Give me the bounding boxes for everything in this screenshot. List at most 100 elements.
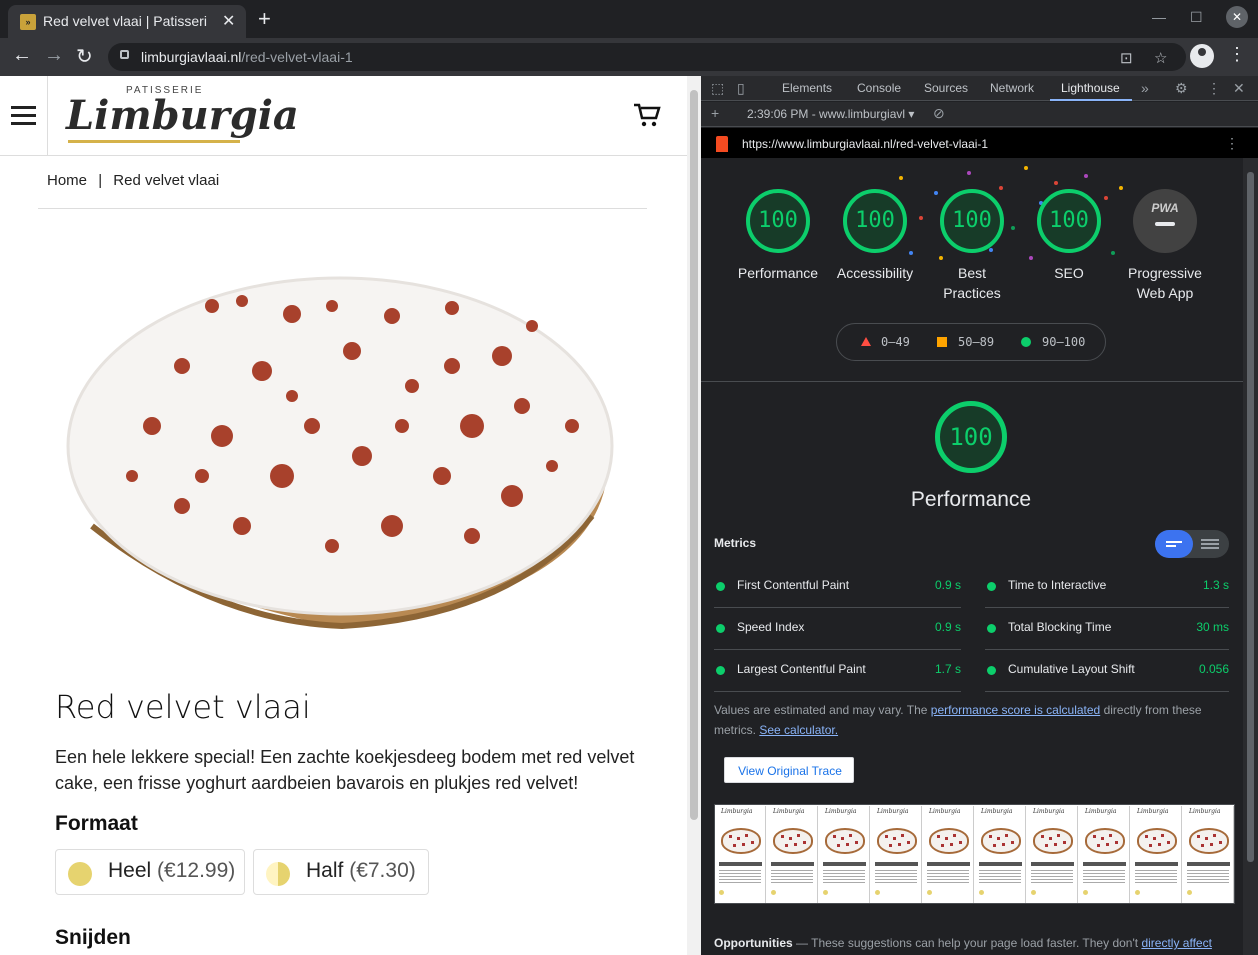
- browser-tab[interactable]: » Red velvet vlaai | Patisseri ✕: [8, 5, 246, 38]
- url-text: limburgiavlaai.nl/red-velvet-vlaai-1: [141, 49, 353, 65]
- gauge-label-seo: SEO: [1054, 265, 1084, 281]
- tab-strip: » Red velvet vlaai | Patisseri ✕ + — ☐ ✕: [0, 0, 1258, 38]
- product-description: Een hele lekkere special! Een zachte koe…: [55, 747, 635, 793]
- report-menu-icon[interactable]: ⋮: [1225, 135, 1239, 152]
- filmstrip: Limburgia Limburgia Limburgia Limburgia …: [714, 804, 1235, 904]
- breadcrumb-home-link[interactable]: Home: [47, 172, 87, 189]
- tab-lighthouse[interactable]: Lighthouse: [1050, 76, 1132, 101]
- metric-row: Largest Contentful Paint 1.7 s: [714, 650, 961, 692]
- average-square-icon: [937, 337, 947, 347]
- lighthouse-logo-icon: [716, 136, 728, 152]
- formaat-heading: Formaat: [55, 812, 138, 835]
- half-cake-icon: [266, 862, 290, 886]
- filmstrip-frame: Limburgia: [1027, 806, 1078, 903]
- page-scrollbar[interactable]: [687, 76, 701, 955]
- favicon-icon: »: [20, 14, 36, 30]
- site-header: PATISSERIE Limburgia: [0, 76, 687, 156]
- report-select[interactable]: 2:39:06 PM - www.limburgiavl ▾: [747, 107, 914, 121]
- gauge-performance[interactable]: 100: [746, 189, 810, 253]
- view-original-trace-button[interactable]: View Original Trace: [724, 757, 854, 783]
- cart-icon[interactable]: [633, 102, 661, 128]
- filmstrip-frame: Limburgia: [923, 806, 974, 903]
- full-cake-icon: [68, 862, 92, 886]
- back-icon[interactable]: ←: [12, 44, 32, 67]
- option-heel[interactable]: Heel (€12.99): [55, 849, 245, 895]
- reload-icon[interactable]: ↻: [76, 44, 93, 69]
- metrics-view-toggle[interactable]: [1155, 530, 1229, 558]
- new-tab-icon[interactable]: +: [258, 6, 271, 32]
- address-bar[interactable]: limburgiavlaai.nl/red-velvet-vlaai-1 ⊡ ☆: [108, 43, 1186, 71]
- metric-row: Speed Index 0.9 s: [714, 608, 961, 650]
- browser-toolbar: ← → ↻ limburgiavlaai.nl/red-velvet-vlaai…: [0, 38, 1258, 76]
- bookmark-star-icon[interactable]: ☆: [1154, 49, 1167, 67]
- lighthouse-toolbar: + 2:39:06 PM - www.limburgiavl ▾ ⊘: [701, 102, 1258, 127]
- devtools-tabbar: ⬚ ▯ Elements Console Sources Network Lig…: [701, 76, 1258, 101]
- snijden-heading: Snijden: [55, 926, 131, 949]
- report-url[interactable]: https://www.limburgiavlaai.nl/red-velvet…: [742, 137, 988, 151]
- breadcrumb: Home | Red velvet vlaai: [47, 172, 220, 189]
- tab-sources[interactable]: Sources: [924, 81, 968, 95]
- filmstrip-frame: Limburgia: [819, 806, 870, 903]
- pwa-badge[interactable]: PWA: [1133, 189, 1197, 253]
- section-divider: [701, 381, 1243, 382]
- metric-row: Cumulative Layout Shift 0.056: [985, 650, 1229, 692]
- product-image: [66, 276, 614, 630]
- devtools-close-icon[interactable]: ✕: [1233, 80, 1245, 97]
- devtools-panel: ⬚ ▯ Elements Console Sources Network Lig…: [701, 76, 1258, 955]
- website-viewport: PATISSERIE Limburgia Home | Red velvet v…: [0, 76, 687, 955]
- minimize-icon[interactable]: —: [1152, 9, 1166, 25]
- header-divider: [47, 76, 48, 156]
- filmstrip-frame: Limburgia: [715, 806, 766, 903]
- gauge-label-accessibility: Accessibility: [836, 265, 914, 281]
- performance-score-gauge: 100: [935, 401, 1007, 473]
- metric-row: Total Blocking Time 30 ms: [985, 608, 1229, 650]
- option-half[interactable]: Half (€7.30): [253, 849, 429, 895]
- maximize-icon[interactable]: ☐: [1190, 9, 1203, 26]
- settings-gear-icon[interactable]: ⚙: [1175, 80, 1188, 97]
- more-tabs-icon[interactable]: »: [1141, 80, 1149, 96]
- gauge-seo[interactable]: 100: [1037, 189, 1101, 253]
- score-calculated-link[interactable]: performance score is calculated: [931, 703, 1100, 717]
- tab-close-icon[interactable]: ✕: [222, 11, 235, 31]
- pass-circle-icon: [1021, 337, 1031, 347]
- tab-console[interactable]: Console: [857, 81, 901, 95]
- tab-network[interactable]: Network: [990, 81, 1034, 95]
- site-logo[interactable]: Limburgia: [66, 92, 299, 139]
- metrics-note: Values are estimated and may vary. The p…: [714, 703, 1202, 737]
- device-toolbar-icon[interactable]: ▯: [737, 80, 745, 97]
- directly-affect-link[interactable]: directly affect: [1141, 936, 1211, 950]
- translate-icon[interactable]: ⊡: [1120, 49, 1133, 67]
- clear-report-icon[interactable]: ⊘: [933, 105, 945, 122]
- lock-icon: [120, 50, 129, 59]
- tab-title: Red velvet vlaai | Patisseri: [43, 13, 207, 29]
- forward-icon[interactable]: →: [44, 44, 64, 67]
- breadcrumb-divider: [38, 208, 647, 209]
- lighthouse-scrollbar[interactable]: [1243, 158, 1258, 955]
- filmstrip-frame: Limburgia: [1183, 806, 1234, 903]
- window-close-icon[interactable]: ✕: [1226, 6, 1248, 28]
- metric-row: Time to Interactive 1.3 s: [985, 566, 1229, 608]
- filmstrip-frame: Limburgia: [1079, 806, 1130, 903]
- gauge-label-pwa: Progressive Web App: [1128, 265, 1202, 301]
- new-report-icon[interactable]: +: [711, 105, 719, 121]
- logo-underline: [68, 140, 240, 143]
- hamburger-menu-icon[interactable]: [11, 106, 36, 125]
- report-url-bar: https://www.limburgiavlaai.nl/red-velvet…: [701, 128, 1258, 158]
- inspect-element-icon[interactable]: ⬚: [711, 80, 724, 97]
- devtools-menu-icon[interactable]: ⋮: [1207, 80, 1221, 97]
- see-calculator-link[interactable]: See calculator.: [759, 723, 838, 737]
- product-title: Red velvet vlaai: [55, 688, 311, 726]
- browser-menu-icon[interactable]: ⋮: [1228, 44, 1246, 65]
- filmstrip-frame: Limburgia: [871, 806, 922, 903]
- profile-avatar-icon[interactable]: [1190, 44, 1214, 68]
- score-legend: 0–49 50–89 90–100: [836, 323, 1106, 361]
- filmstrip-frame: Limburgia: [767, 806, 818, 903]
- fail-triangle-icon: [861, 337, 871, 346]
- metric-row: First Contentful Paint 0.9 s: [714, 566, 961, 608]
- gauge-accessibility[interactable]: 100: [843, 189, 907, 253]
- tab-elements[interactable]: Elements: [782, 81, 832, 95]
- opportunities-heading: Opportunities — These suggestions can he…: [714, 936, 1212, 950]
- metrics-heading: Metrics: [714, 536, 757, 550]
- gauge-best-practices[interactable]: 100: [940, 189, 1004, 253]
- performance-title: Performance: [910, 488, 1032, 511]
